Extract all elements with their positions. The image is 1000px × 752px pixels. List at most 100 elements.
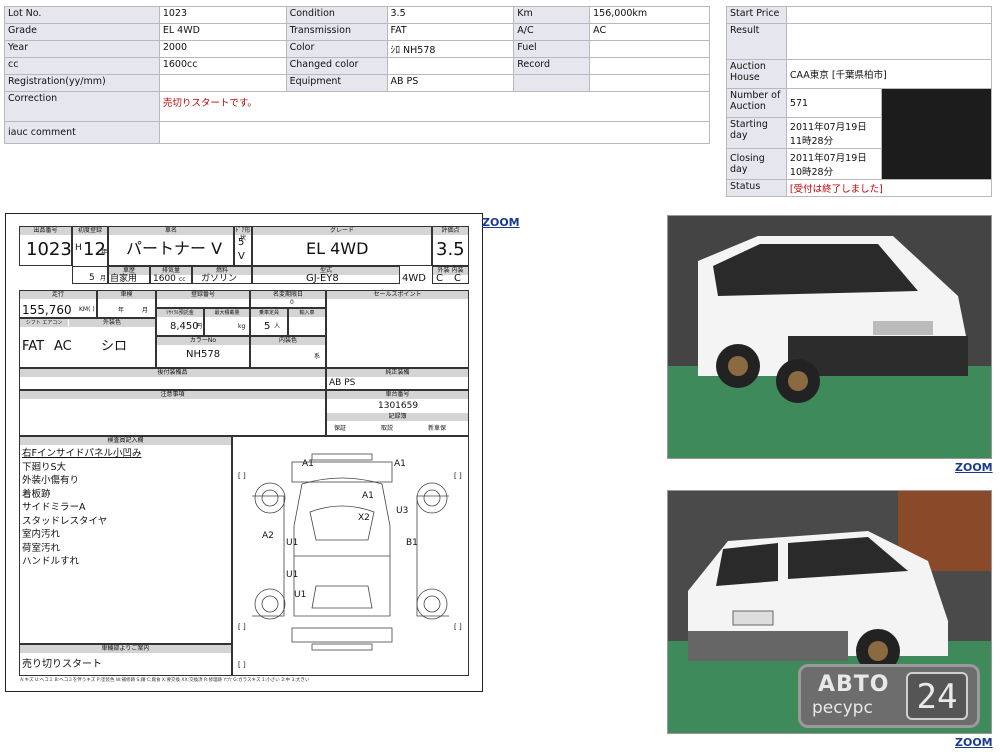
info-label: Color: [285, 40, 388, 58]
hub-rear-left-shape: [261, 595, 279, 613]
info-row-grade: Grade EL 4WD Transmission FAT A/C AC: [4, 23, 710, 41]
wheel-front-right-shape: [416, 482, 448, 514]
sheet-ac: AC: [54, 339, 72, 354]
info-label: [513, 74, 591, 92]
starting-day-label: Starting day: [726, 117, 787, 149]
info-value: AC: [589, 23, 710, 41]
redacted-block: [880, 88, 993, 180]
car-photo-front[interactable]: [667, 215, 992, 459]
status-value: [受付は終了しました]: [785, 179, 993, 197]
info-row-lot: Lot No. 1023 Condition 3.5 Km 156,000km: [4, 6, 710, 24]
inspector-notes: 右Fインサイドパネル小凹み 下廻りS大外装小傷有り 着板跡サイドミラーA スタッドレス…: [22, 447, 227, 569]
auction-sheet: 出品番号 1023 初度登録 H 12 年 車名 パートナー V ﾄﾞｱ形状 5…: [5, 213, 483, 692]
logo-digits: 24: [906, 672, 968, 720]
info-row-year: Year 2000 Color ｼﾛ NH578 Fuel: [4, 40, 710, 58]
info-value: ｼﾛ NH578: [386, 40, 515, 58]
damage-legend: A:キズ U:ヘコミ B:ヘコミを伴うキズ P:塗装色 W:補修跡 S:錆 C:…: [20, 678, 310, 683]
logo-text-resurs: ресурс: [812, 698, 873, 718]
info-label: Fuel: [513, 40, 591, 58]
sheet-car-name: パートナー V: [126, 239, 223, 258]
hub-front-left-shape: [261, 489, 279, 507]
info-value: [589, 74, 710, 92]
result-label: Result: [726, 23, 787, 60]
info-label: Lot No.: [4, 6, 160, 24]
number-of-auction-value: 571: [785, 88, 882, 118]
auction-info-table: Start Price Result Auction House CAA東京 [千…: [726, 6, 993, 197]
rear-bumper-shape: [291, 627, 393, 643]
rear-window-shape: [311, 585, 373, 609]
info-label: Condition: [285, 6, 388, 24]
start-price-label: Start Price: [726, 6, 787, 24]
car-hub-right: [788, 371, 808, 391]
info-label: cc: [4, 57, 160, 75]
number-of-auction-label: Number of Auction: [726, 88, 787, 118]
info-value: 3.5: [386, 6, 515, 24]
info-value: [386, 57, 515, 75]
info-value: 156,000km: [589, 6, 710, 24]
info-value: 1600cc: [158, 57, 287, 75]
inspector-note: 下廻りS大: [22, 461, 67, 473]
info-label: A/C: [513, 23, 591, 41]
car-hub: [868, 641, 888, 661]
info-value: [158, 74, 287, 92]
windshield-shape: [309, 505, 375, 541]
iauc-comment-label: iauc comment: [4, 121, 160, 144]
right-side-shape: [416, 495, 449, 617]
sheet-model-code: GJ-EY8: [306, 273, 339, 284]
closing-day-label: Closing day: [726, 148, 787, 180]
hub-front-right-shape: [423, 489, 441, 507]
left-side-shape: [252, 495, 285, 617]
info-value: [589, 57, 710, 75]
photo-floor: [668, 366, 991, 458]
wheel-front-left-shape: [254, 482, 286, 514]
sheet-mileage: 155,760: [22, 303, 72, 317]
wheel-rear-right-shape: [416, 588, 448, 620]
correction-value: 売切りスタートです。: [158, 91, 711, 122]
vehicle-info-table: Lot No. 1023 Condition 3.5 Km 156,000km Grade E…: [4, 6, 711, 144]
avtoresurs-logo: АВТО ресурс 24: [798, 664, 980, 728]
info-label: Grade: [4, 23, 160, 41]
inspector-note: 外装小傷有り: [22, 475, 80, 486]
car-rear-bumper: [688, 631, 848, 661]
correction-label: Correction: [4, 91, 160, 122]
info-value: EL 4WD: [158, 23, 287, 41]
inspector-note: 荷室汚れ: [22, 542, 61, 554]
sheet-shift: FAT: [22, 339, 45, 354]
inspector-note: ハンドルすれ: [22, 556, 80, 567]
info-value: [589, 40, 710, 58]
sheet-grade: EL 4WD: [306, 239, 369, 258]
result-value: [785, 23, 993, 60]
info-label: Year: [4, 40, 160, 58]
info-value: 2000: [158, 40, 287, 58]
car-grille: [873, 321, 933, 335]
inspector-note: 着板跡: [22, 488, 51, 500]
hub-rear-right-shape: [423, 595, 441, 613]
zoom-link-photo-front[interactable]: ZOOM: [955, 461, 993, 474]
inspector-note: スタッドレスタイヤ: [22, 515, 108, 527]
sheet-lot-number: 1023: [26, 239, 72, 260]
front-grille-shape: [311, 453, 373, 461]
zoom-link-photo-rear[interactable]: ZOOM: [955, 736, 993, 749]
info-value: FAT: [386, 23, 515, 41]
sheet-color: シロ: [101, 339, 128, 354]
closing-day-value: 2011年07月19日 10時28分: [785, 148, 882, 180]
car-hub-left: [728, 356, 748, 376]
info-value: AB PS: [386, 74, 515, 92]
wheel-rear-left-shape: [254, 588, 286, 620]
info-row-registration: Registration(yy/mm) Equipment AB PS: [4, 74, 710, 92]
inspector-note: 右Fインサイドパネル小凹み: [22, 448, 142, 459]
zoom-link-sheet[interactable]: ZOOM: [482, 216, 520, 229]
info-label: Record: [513, 57, 591, 75]
damage-diagram: [252, 453, 449, 651]
auction-house-value: CAA東京 [千葉県柏市]: [785, 59, 993, 89]
info-row-cc: cc 1600cc Changed color Record: [4, 57, 710, 75]
sheet-chassis: 1301659: [378, 401, 419, 411]
rear-plate-shape: [311, 643, 373, 651]
auction-house-label: Auction House: [726, 59, 787, 89]
sheet-score: 3.5: [436, 239, 465, 260]
logo-text-avto: АВТО: [818, 672, 890, 697]
start-price-value: [785, 6, 993, 24]
inspector-note: サイドミラーA: [22, 502, 86, 513]
body-outline-shape: [293, 477, 391, 617]
iauc-comment-value: [158, 121, 711, 144]
